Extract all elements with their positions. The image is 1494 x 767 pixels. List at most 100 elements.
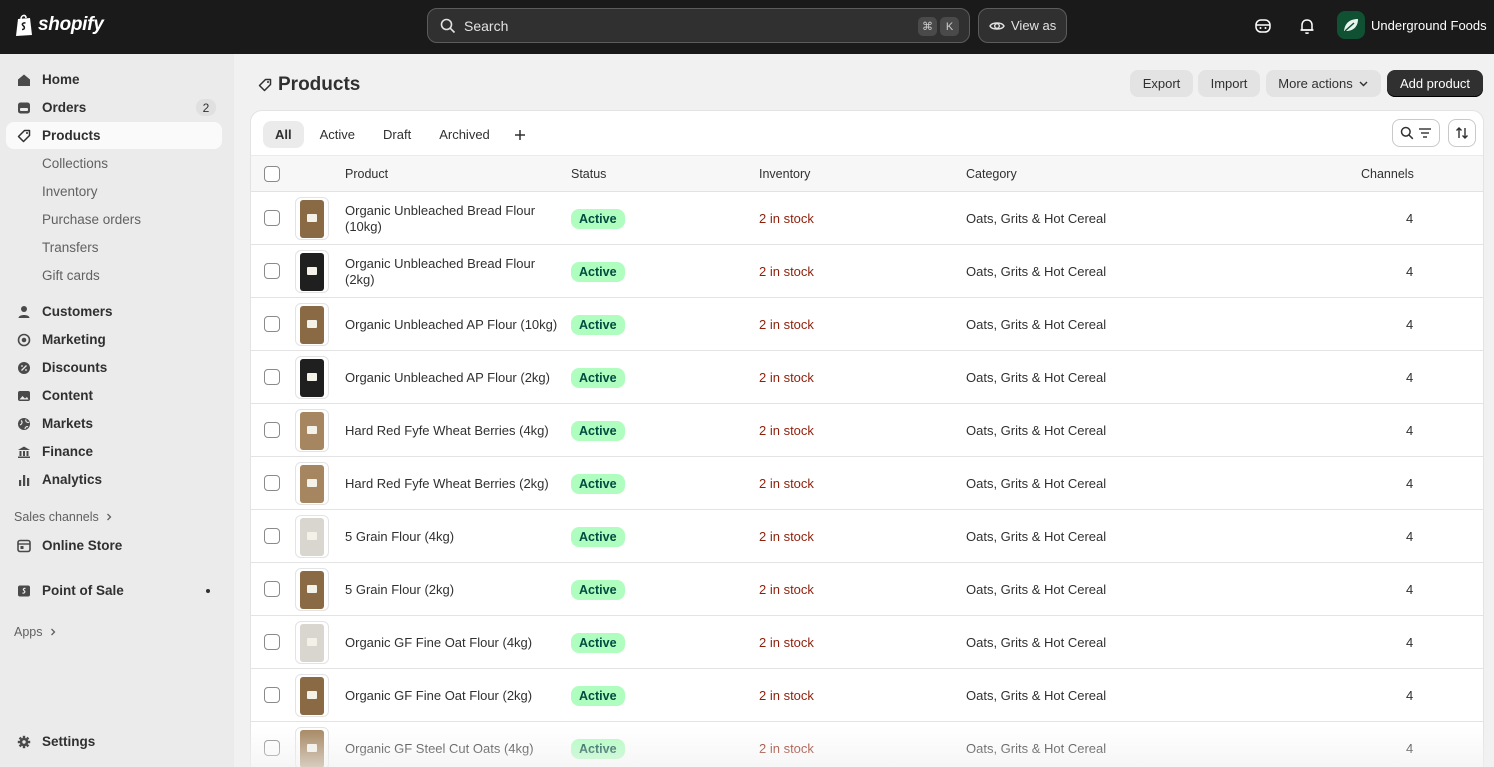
category-text: Oats, Grits & Hot Cereal: [966, 211, 1107, 226]
product-thumbnail[interactable]: [295, 303, 329, 346]
inventory-text: 2 in stock: [759, 476, 814, 491]
sort-button[interactable]: [1448, 119, 1476, 147]
table-row[interactable]: Hard Red Fyfe Wheat Berries (4kg) Active 2…: [251, 404, 1483, 457]
product-thumbnail[interactable]: [295, 727, 329, 767]
product-thumbnail[interactable]: [295, 356, 329, 399]
sidebar-item-inventory[interactable]: Inventory: [42, 184, 98, 199]
product-name-link[interactable]: Organic GF Fine Oat Flour (2kg): [345, 669, 560, 722]
table-row[interactable]: Organic Unbleached AP Flour (2kg) Active 2…: [251, 351, 1483, 404]
row-checkbox[interactable]: [264, 634, 280, 650]
sidebar-item-customers[interactable]: Customers: [6, 298, 222, 325]
import-button[interactable]: Import: [1198, 70, 1260, 97]
table-row[interactable]: Organic Unbleached AP Flour (10kg) Active…: [251, 298, 1483, 351]
table-row[interactable]: Hard Red Fyfe Wheat Berries (2kg) Active 2…: [251, 457, 1483, 510]
export-button[interactable]: Export: [1130, 70, 1193, 97]
product-thumbnail[interactable]: [295, 409, 329, 452]
row-checkbox[interactable]: [264, 581, 280, 597]
sidebar-item-purchase-orders[interactable]: Purchase orders: [42, 212, 141, 227]
column-header-channels[interactable]: Channels: [1361, 167, 1414, 181]
product-thumbnail[interactable]: [295, 515, 329, 558]
sidebar-item-orders[interactable]: Orders 2: [6, 94, 222, 121]
sidebar-item-finance[interactable]: Finance: [6, 438, 222, 465]
add-product-button[interactable]: Add product: [1387, 70, 1483, 97]
product-thumbnail[interactable]: [295, 197, 329, 240]
shopify-logo[interactable]: shopify: [14, 13, 104, 37]
product-name-link[interactable]: 5 Grain Flour (4kg): [345, 510, 560, 563]
bell-icon[interactable]: [1298, 17, 1316, 35]
column-header-product[interactable]: Product: [345, 167, 388, 181]
tab-active[interactable]: Active: [308, 121, 367, 148]
row-checkbox[interactable]: [264, 316, 280, 332]
sales-channels-section[interactable]: Sales channels: [14, 510, 113, 524]
row-checkbox[interactable]: [264, 210, 280, 226]
product-thumbnail[interactable]: [295, 462, 329, 505]
product-name-link[interactable]: Organic Unbleached Bread Flour (10kg): [345, 192, 560, 245]
sidebar-item-transfers[interactable]: Transfers: [42, 240, 99, 255]
sidebar-item-home[interactable]: Home: [6, 66, 222, 93]
add-view-button[interactable]: [506, 121, 534, 148]
search-filter-button[interactable]: [1392, 119, 1440, 147]
apps-section[interactable]: Apps: [14, 625, 57, 639]
sidebar-item-label: Online Store: [42, 538, 123, 553]
tab-all[interactable]: All: [263, 121, 304, 148]
sidebar-item-collections[interactable]: Collections: [42, 156, 108, 171]
row-checkbox[interactable]: [264, 475, 280, 491]
product-name-link[interactable]: Organic Unbleached AP Flour (2kg): [345, 351, 560, 404]
sidekick-icon[interactable]: [1254, 17, 1272, 35]
product-name-link[interactable]: 5 Grain Flour (2kg): [345, 563, 560, 616]
store-avatar: [1337, 11, 1365, 39]
sidebar-item-marketing[interactable]: Marketing: [6, 326, 222, 353]
sidebar-item-discounts[interactable]: Discounts: [6, 354, 222, 381]
status-badge: Active: [571, 739, 625, 759]
sidebar-item-settings[interactable]: Settings: [6, 728, 222, 755]
more-actions-button[interactable]: More actions: [1266, 70, 1381, 97]
status-badge: Active: [571, 315, 625, 335]
sidebar-item-products[interactable]: Products: [6, 122, 222, 149]
channels-count: 4: [1406, 688, 1414, 703]
table-row[interactable]: Organic GF Fine Oat Flour (4kg) Active 2 i…: [251, 616, 1483, 669]
column-header-status[interactable]: Status: [571, 167, 606, 181]
search-input[interactable]: Search ⌘ K: [427, 8, 970, 43]
product-name-link[interactable]: Hard Red Fyfe Wheat Berries (2kg): [345, 457, 560, 510]
table-row[interactable]: 5 Grain Flour (2kg) Active 2 in stock Oats,…: [251, 563, 1483, 616]
sidebar-item-analytics[interactable]: Analytics: [6, 466, 222, 493]
sidebar-item-label: Products: [42, 128, 101, 143]
view-as-button[interactable]: View as: [978, 8, 1067, 43]
row-checkbox[interactable]: [264, 740, 280, 756]
product-thumbnail[interactable]: [295, 568, 329, 611]
table-row[interactable]: Organic GF Steel Cut Oats (4kg) Active 2 i…: [251, 722, 1483, 767]
image-icon: [16, 388, 32, 404]
row-checkbox[interactable]: [264, 369, 280, 385]
table-row[interactable]: 5 Grain Flour (4kg) Active 2 in stock Oats,…: [251, 510, 1483, 563]
product-name-link[interactable]: Organic Unbleached AP Flour (10kg): [345, 298, 560, 351]
sidebar-item-gift-cards[interactable]: Gift cards: [42, 268, 100, 283]
row-checkbox[interactable]: [264, 687, 280, 703]
product-thumbnail[interactable]: [295, 250, 329, 293]
k-key: K: [940, 17, 959, 36]
column-header-category[interactable]: Category: [966, 167, 1017, 181]
product-name-link[interactable]: Organic GF Steel Cut Oats (4kg): [345, 722, 560, 767]
row-checkbox[interactable]: [264, 263, 280, 279]
status-badge: Active: [571, 209, 625, 229]
table-row[interactable]: Organic Unbleached Bread Flour (10kg) Act…: [251, 192, 1483, 245]
product-thumbnail[interactable]: [295, 621, 329, 664]
row-checkbox[interactable]: [264, 528, 280, 544]
sidebar-item-content[interactable]: Content: [6, 382, 222, 409]
sidebar-item-point-of-sale[interactable]: Point of Sale: [6, 577, 222, 604]
product-name-link[interactable]: Organic GF Fine Oat Flour (4kg): [345, 616, 560, 669]
tab-draft[interactable]: Draft: [371, 121, 423, 148]
category-text: Oats, Grits & Hot Cereal: [966, 317, 1107, 332]
row-checkbox[interactable]: [264, 422, 280, 438]
table-row[interactable]: Organic Unbleached Bread Flour (2kg) Acti…: [251, 245, 1483, 298]
shopify-bag-icon: [16, 14, 32, 36]
select-all-checkbox[interactable]: [264, 166, 280, 182]
tab-archived[interactable]: Archived: [427, 121, 502, 148]
product-name-link[interactable]: Hard Red Fyfe Wheat Berries (4kg): [345, 404, 560, 457]
product-name-link[interactable]: Organic Unbleached Bread Flour (2kg): [345, 245, 560, 298]
product-thumbnail[interactable]: [295, 674, 329, 717]
store-menu[interactable]: Underground Foods: [1337, 11, 1487, 39]
column-header-inventory[interactable]: Inventory: [759, 167, 810, 181]
sidebar-item-online-store[interactable]: Online Store: [6, 532, 222, 559]
table-row[interactable]: Organic GF Fine Oat Flour (2kg) Active 2 i…: [251, 669, 1483, 722]
sidebar-item-markets[interactable]: Markets: [6, 410, 222, 437]
